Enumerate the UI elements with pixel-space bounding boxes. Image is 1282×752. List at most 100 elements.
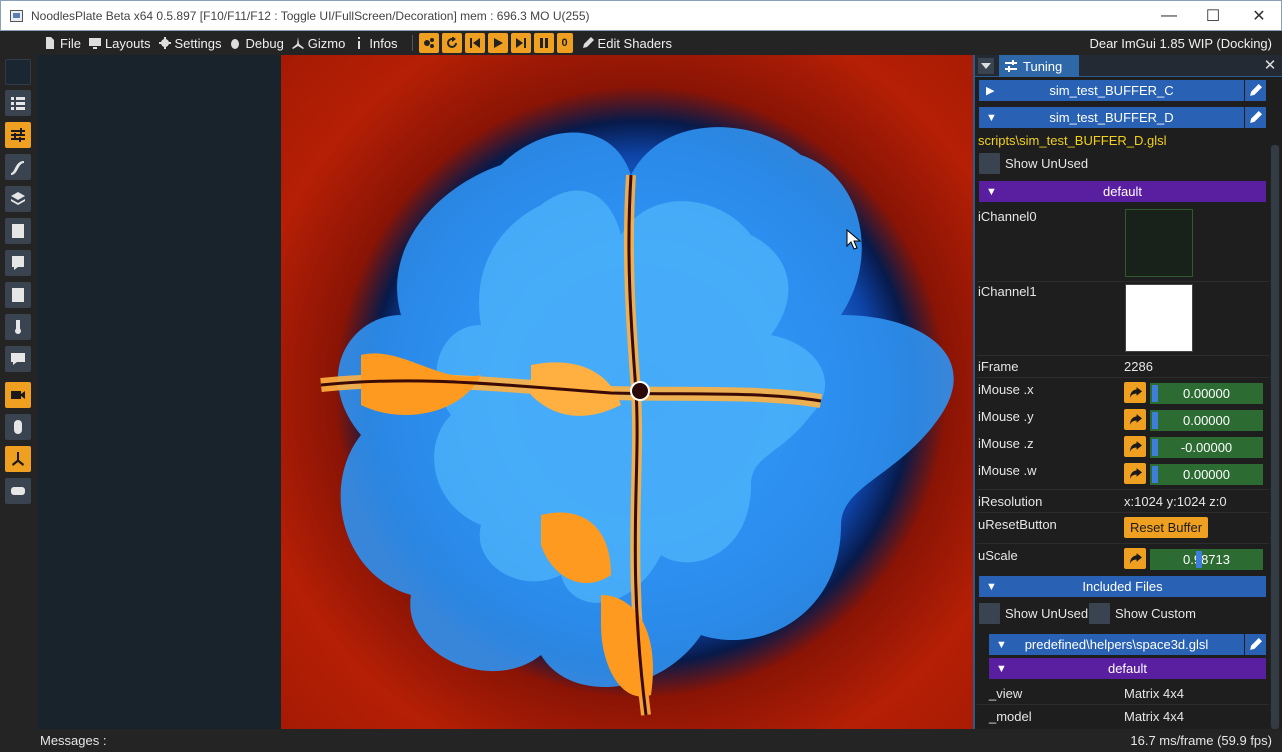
sidebar-thermometer-button[interactable]: [5, 314, 31, 340]
triangle-down-icon: [981, 63, 991, 69]
header-buffer-d[interactable]: ▼ sim_test_BUFFER_D: [979, 107, 1244, 128]
render-viewport[interactable]: [37, 55, 973, 729]
window-title: NoodlesPlate Beta x64 0.5.897 [F10/F11/F…: [31, 9, 590, 23]
main-menubar: File Layouts Settings Debug Gizmo Infos …: [0, 31, 1282, 55]
uscale-label: uScale: [978, 548, 1018, 563]
shader-render-image: [320, 127, 954, 716]
iresolution-value: x:1024 y:1024 z:0: [1124, 494, 1227, 509]
status-bar: Messages : 16.7 ms/frame (59.9 fps): [0, 729, 1282, 752]
show-unused-label: Show UnUsed: [1005, 156, 1089, 171]
pencil-icon: [1250, 84, 1262, 96]
ichannel0-texture-preview[interactable]: [1125, 209, 1193, 277]
triangle-down-icon: ▼: [986, 185, 997, 198]
sidebar-comments-button[interactable]: [5, 346, 31, 372]
model-label: _model: [989, 709, 1032, 724]
toolbar-options-button[interactable]: [418, 33, 439, 53]
menu-debug[interactable]: Debug: [229, 36, 284, 51]
pencil-icon: [1250, 111, 1262, 123]
sidebar-gamepad-button[interactable]: [5, 478, 31, 504]
slider-grab[interactable]: [1152, 439, 1158, 456]
ichannel1-texture-preview[interactable]: [1125, 284, 1193, 352]
maximize-button[interactable]: ☐: [1190, 1, 1236, 31]
share-arrow-icon: [1129, 441, 1142, 452]
tab-tuning[interactable]: Tuning: [999, 55, 1079, 77]
slider-grab[interactable]: [1196, 551, 1202, 568]
menu-settings[interactable]: Settings: [158, 36, 221, 51]
menu-gizmo[interactable]: Gizmo: [291, 36, 345, 51]
edit-include-button[interactable]: [1244, 634, 1266, 655]
header-included-files[interactable]: ▼ Included Files: [979, 576, 1266, 597]
sidebar-document-button[interactable]: [5, 218, 31, 244]
info-icon: [358, 37, 361, 49]
show-unused-2-checkbox[interactable]: [979, 603, 1000, 624]
toolbar-pause-button[interactable]: [533, 33, 554, 53]
scrollbar-thumb[interactable]: [1271, 145, 1279, 729]
dock-menu-button[interactable]: [978, 58, 994, 74]
bug-icon: [231, 39, 240, 49]
sidebar-layers-button[interactable]: [5, 186, 31, 212]
messages-label[interactable]: Messages :: [40, 733, 106, 748]
imouse-y-reset-button[interactable]: [1124, 409, 1146, 430]
header-include-file[interactable]: ▼ predefined\helpers\space3d.glsl: [989, 634, 1244, 655]
reset-buffer-button[interactable]: Reset Buffer: [1124, 517, 1209, 538]
view-value: Matrix 4x4: [1124, 686, 1184, 701]
slider-grab[interactable]: [1152, 466, 1158, 483]
sidebar-curve-button[interactable]: [5, 154, 31, 180]
uscale-slider[interactable]: 0.98713: [1150, 549, 1263, 570]
sidebar-tuning-button[interactable]: [5, 122, 31, 148]
sidebar-gizmo-button[interactable]: [5, 446, 31, 472]
panel-scrollbar[interactable]: [1270, 145, 1280, 729]
menu-edit-shaders[interactable]: Edit Shaders: [582, 36, 672, 51]
close-panel-button[interactable]: ✕: [1262, 57, 1278, 74]
imouse-x-label: iMouse .x: [978, 382, 1034, 397]
section-default[interactable]: ▼ default: [979, 181, 1266, 202]
imouse-z-label: iMouse .z: [978, 436, 1034, 451]
cogs-icon: [423, 38, 434, 48]
show-unused-checkbox[interactable]: [979, 153, 1000, 174]
imouse-z-slider[interactable]: -0.00000: [1150, 437, 1263, 458]
edit-buffer-d-button[interactable]: [1244, 107, 1266, 128]
imouse-y-label: iMouse .y: [978, 409, 1034, 424]
toolbar-next-frame-button[interactable]: [510, 33, 531, 53]
show-custom-checkbox[interactable]: [1089, 603, 1110, 624]
section-include-default[interactable]: ▼ default: [989, 658, 1266, 679]
imouse-x-slider[interactable]: 0.00000: [1150, 383, 1263, 404]
imouse-x-reset-button[interactable]: [1124, 382, 1146, 403]
sidebar-list-button[interactable]: [5, 90, 31, 116]
sidebar-monitor-button[interactable]: [5, 282, 31, 308]
minimize-button[interactable]: —: [1146, 1, 1192, 31]
app-icon: [10, 10, 23, 22]
toolbar-reload-button[interactable]: [441, 33, 462, 53]
imouse-z-reset-button[interactable]: [1124, 436, 1146, 457]
fps-readout: 16.7 ms/frame (59.9 fps): [1130, 733, 1272, 748]
edit-buffer-c-button[interactable]: [1244, 80, 1266, 101]
mouse-icon: [14, 420, 22, 434]
frame-counter[interactable]: 0: [556, 33, 573, 53]
play-icon: [493, 38, 503, 48]
sliders-icon: [11, 128, 25, 142]
header-buffer-c[interactable]: ▶ sim_test_BUFFER_C: [979, 80, 1244, 101]
menu-layouts[interactable]: Layouts: [88, 36, 151, 51]
sidebar-help-button[interactable]: [5, 250, 31, 276]
step-backward-icon: [469, 38, 480, 48]
menu-infos[interactable]: Infos: [353, 36, 398, 51]
video-camera-icon: [11, 391, 25, 399]
document-icon: [12, 224, 24, 238]
menu-file[interactable]: File: [44, 36, 81, 51]
toolbar-play-button[interactable]: [487, 33, 508, 53]
sidebar-mouse-button[interactable]: [5, 414, 31, 440]
sidebar-camera-button[interactable]: [5, 382, 31, 408]
toolbar-first-frame-button[interactable]: [464, 33, 485, 53]
shader-render-output[interactable]: [281, 55, 973, 729]
imouse-w-reset-button[interactable]: [1124, 463, 1146, 484]
close-window-button[interactable]: ✕: [1236, 1, 1282, 31]
gear-icon: [158, 37, 171, 49]
view-label: _view: [989, 686, 1023, 701]
imouse-w-slider[interactable]: 0.00000: [1150, 464, 1263, 485]
sidebar-color-swatch[interactable]: [5, 59, 31, 85]
step-forward-icon: [515, 38, 526, 48]
slider-grab[interactable]: [1152, 385, 1158, 402]
uscale-reset-button[interactable]: [1124, 548, 1146, 569]
slider-grab[interactable]: [1152, 412, 1158, 429]
imouse-y-slider[interactable]: 0.00000: [1150, 410, 1263, 431]
